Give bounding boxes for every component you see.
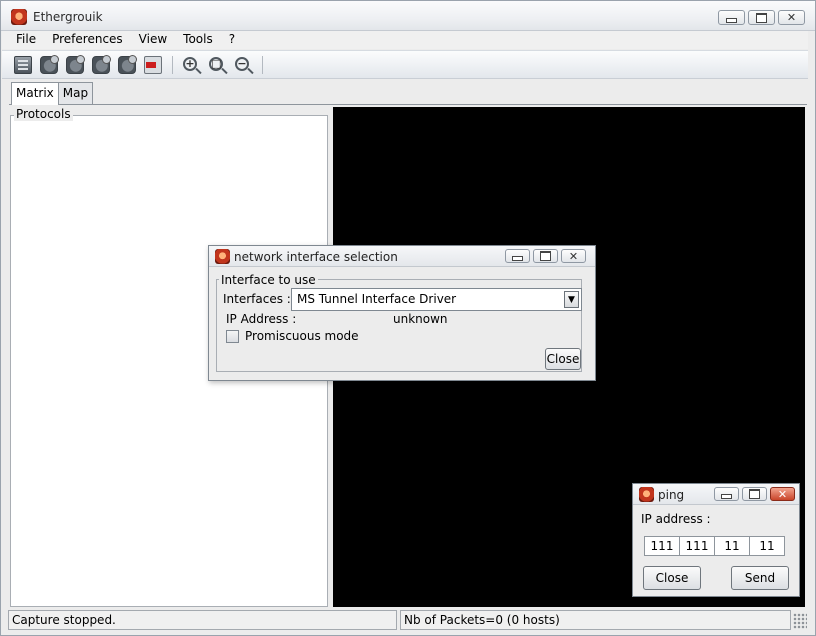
app-icon	[639, 487, 654, 502]
nic-close-button[interactable]: Close	[545, 348, 581, 370]
close-icon: ✕	[786, 11, 797, 24]
interfaces-label: Interfaces :	[223, 292, 291, 306]
capture-pause-icon[interactable]	[66, 55, 85, 74]
minimize-icon	[715, 488, 738, 500]
ping-send-button[interactable]: Send	[731, 566, 789, 590]
dialog-title-bar[interactable]: network interface selection ✕	[209, 246, 595, 267]
document-icon[interactable]	[14, 56, 32, 74]
menu-file[interactable]: File	[2, 31, 44, 49]
maximize-button[interactable]	[748, 10, 775, 25]
dialog-title-bar[interactable]: ping ✕	[633, 484, 799, 505]
close-icon: ✕	[568, 249, 579, 263]
status-capture: Capture stopped.	[8, 610, 397, 630]
menu-help[interactable]: ?	[221, 31, 243, 49]
dialog-controls: ✕	[505, 249, 586, 263]
minimize-button[interactable]	[714, 487, 739, 501]
ping-dialog: ping ✕ IP address : 111 111 11 11 Close …	[632, 483, 800, 597]
network-interface-dialog: network interface selection ✕ Interface …	[208, 245, 596, 381]
ip-address-label: IP Address :	[226, 312, 297, 326]
tab-divider	[9, 104, 807, 105]
resize-grip[interactable]	[793, 613, 807, 629]
maximize-icon	[743, 488, 766, 500]
capture-stop-icon[interactable]	[92, 55, 111, 74]
ping-close-button[interactable]: Close	[643, 566, 701, 590]
maximize-icon	[749, 11, 774, 24]
ip-octet-field[interactable]: 111	[679, 536, 715, 556]
minimize-button[interactable]	[718, 10, 745, 25]
dialog-title: ping	[658, 488, 685, 502]
dialog-controls: ✕	[714, 487, 795, 501]
ip-address-value: unknown	[393, 312, 448, 326]
promiscuous-label[interactable]: Promiscuous mode	[245, 329, 359, 343]
interface-group-legend: Interface to use	[219, 273, 318, 287]
tab-matrix[interactable]: Matrix	[11, 82, 59, 105]
maximize-icon	[534, 250, 557, 262]
dialog-title: network interface selection	[234, 250, 398, 264]
protocols-legend: Protocols	[14, 107, 73, 121]
status-packets: Nb of Packets=0 (0 hosts)	[400, 610, 791, 630]
ping-ip-label: IP address :	[641, 512, 711, 526]
app-icon	[215, 249, 230, 264]
capture-start-icon[interactable]	[40, 55, 59, 74]
promiscuous-checkbox[interactable]	[226, 330, 239, 343]
toolbar-separator	[262, 56, 263, 74]
title-bar[interactable]: Ethergrouik ✕	[1, 1, 815, 31]
tab-map[interactable]: Map	[57, 82, 94, 104]
interface-select[interactable]: MS Tunnel Interface Driver ▼	[291, 288, 582, 311]
toolbar: + □ −	[2, 50, 808, 79]
toolbar-separator	[172, 56, 173, 74]
close-window-button[interactable]: ✕	[778, 10, 805, 25]
ip-octet-field[interactable]: 11	[749, 536, 785, 556]
maximize-button[interactable]	[742, 487, 767, 501]
maximize-button[interactable]	[533, 249, 558, 263]
close-dialog-button[interactable]: ✕	[561, 249, 586, 263]
minimize-button[interactable]	[505, 249, 530, 263]
minimize-icon	[719, 11, 744, 24]
close-icon: ✕	[777, 487, 788, 501]
zoom-fit-icon[interactable]: □	[209, 57, 223, 71]
minimize-icon	[506, 250, 529, 262]
app-icon	[11, 9, 27, 25]
zoom-in-icon[interactable]: +	[183, 57, 197, 71]
ip-octet-field[interactable]: 11	[714, 536, 750, 556]
menu-preferences[interactable]: Preferences	[44, 31, 131, 49]
window-title: Ethergrouik	[33, 10, 103, 24]
ip-octet-field[interactable]: 111	[644, 536, 680, 556]
zoom-out-icon[interactable]: −	[235, 57, 249, 71]
exit-icon[interactable]	[144, 56, 162, 74]
menu-tools[interactable]: Tools	[175, 31, 221, 49]
menu-view[interactable]: View	[131, 31, 175, 49]
interface-selected-value: MS Tunnel Interface Driver	[297, 292, 457, 306]
capture-clear-icon[interactable]	[118, 55, 137, 74]
ping-ip-fields: 111 111 11 11	[644, 536, 785, 556]
view-tabs: Matrix Map	[11, 82, 94, 105]
chevron-down-icon[interactable]: ▼	[564, 291, 579, 308]
menu-bar: File Preferences View Tools ?	[2, 31, 808, 49]
window-controls: ✕	[718, 10, 805, 25]
close-dialog-button[interactable]: ✕	[770, 487, 795, 501]
